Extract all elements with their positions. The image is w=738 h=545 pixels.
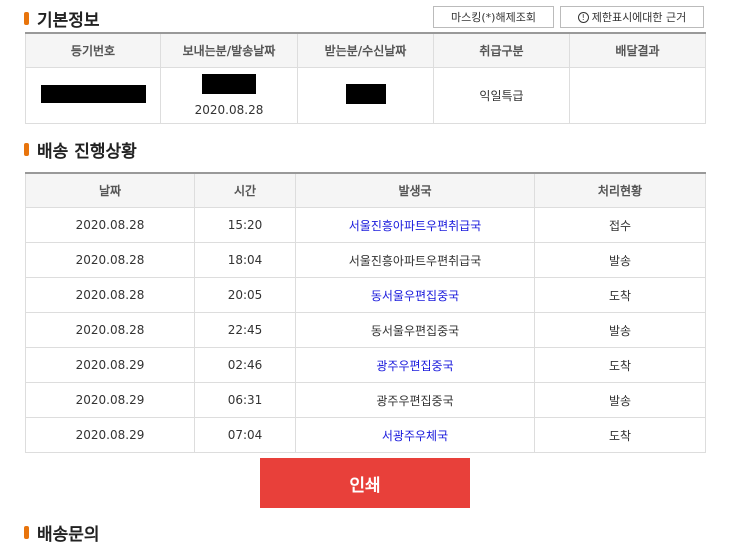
orange-bullet-icon	[24, 12, 29, 25]
basic-info-row: 2020.08.28 익일특급	[25, 67, 706, 124]
restriction-basis-label: 제한표시에대한 근거	[591, 11, 687, 24]
orange-bullet-icon	[24, 526, 29, 539]
row-date: 2020.08.28	[25, 242, 195, 278]
print-button[interactable]: 인쇄	[260, 458, 470, 508]
row-date: 2020.08.29	[25, 347, 195, 383]
row-time: 20:05	[194, 277, 296, 313]
row-status: 접수	[534, 207, 706, 243]
restriction-basis-button[interactable]: ! 제한표시에대한 근거	[560, 6, 704, 28]
basic-info-header-row: 등기번호 보내는분/발송날짜 받는분/수신날짜 취급구분 배달결과	[25, 32, 706, 68]
row-office-link[interactable]: 서울진흥아파트우편취급국	[295, 207, 535, 243]
row-date: 2020.08.28	[25, 277, 195, 313]
table-row: 2020.08.28 22:45 동서울우편집중국 발송	[25, 312, 706, 348]
redacted-block	[40, 85, 146, 103]
row-time: 18:04	[194, 242, 296, 278]
basic-info-title: 기본정보	[24, 6, 100, 31]
unmask-lookup-button[interactable]: 마스킹(*)해제조회	[433, 6, 554, 28]
info-circle-icon: !	[577, 11, 589, 23]
row-date: 2020.08.28	[25, 207, 195, 243]
header-date: 날짜	[25, 172, 195, 208]
row-office-link[interactable]: 동서울우편집중국	[295, 277, 535, 313]
tracking-title: 배송 진행상황	[24, 137, 137, 162]
table-row: 2020.08.28 20:05 동서울우편집중국 도착	[25, 277, 706, 313]
row-time: 22:45	[194, 312, 296, 348]
header-receiver-date: 받는분/수신날짜	[297, 32, 434, 68]
header-time: 시간	[194, 172, 296, 208]
table-row: 2020.08.29 02:46 광주우편집중국 도착	[25, 347, 706, 383]
delivery-inquiry-title: 배송문의	[24, 520, 100, 545]
tracking-header-row: 날짜 시간 발생국 처리현황	[25, 172, 706, 208]
basic-info-table: 등기번호 보내는분/발송날짜 받는분/수신날짜 취급구분 배달결과 2020.0…	[25, 32, 706, 124]
orange-bullet-icon	[24, 143, 29, 156]
tracking-title-text: 배송 진행상황	[37, 142, 137, 162]
table-row: 2020.08.29 07:04 서광주우체국 도착	[25, 417, 706, 453]
row-office-link[interactable]: 광주우편집중국	[295, 347, 535, 383]
registration-number-cell	[25, 67, 161, 124]
row-time: 07:04	[194, 417, 296, 453]
row-status: 발송	[534, 312, 706, 348]
row-date: 2020.08.29	[25, 417, 195, 453]
header-office: 발생국	[295, 172, 535, 208]
row-office: 서울진흥아파트우편취급국	[295, 242, 535, 278]
row-time: 02:46	[194, 347, 296, 383]
header-handling-type: 취급구분	[433, 32, 570, 68]
row-status: 도착	[534, 347, 706, 383]
delivery-inquiry-title-text: 배송문의	[37, 525, 100, 545]
row-office: 동서울우편집중국	[295, 312, 535, 348]
header-delivery-result: 배달결과	[569, 32, 706, 68]
handling-type-cell: 익일특급	[433, 67, 570, 124]
header-status: 처리현황	[534, 172, 706, 208]
table-row: 2020.08.28 15:20 서울진흥아파트우편취급국 접수	[25, 207, 706, 243]
row-status: 발송	[534, 382, 706, 418]
table-row: 2020.08.29 06:31 광주우편집중국 발송	[25, 382, 706, 418]
tracking-table: 날짜 시간 발생국 처리현황 2020.08.28 15:20 서울진흥아파트우…	[25, 172, 706, 453]
row-office-link[interactable]: 서광주우체국	[295, 417, 535, 453]
delivery-result-cell	[569, 67, 706, 124]
row-date: 2020.08.28	[25, 312, 195, 348]
row-office: 광주우편집중국	[295, 382, 535, 418]
header-registration-number: 등기번호	[25, 32, 161, 68]
row-time: 06:31	[194, 382, 296, 418]
redacted-block	[345, 84, 386, 104]
redacted-block	[202, 74, 256, 94]
row-status: 도착	[534, 277, 706, 313]
row-status: 발송	[534, 242, 706, 278]
basic-info-title-text: 기본정보	[37, 11, 100, 31]
row-date: 2020.08.29	[25, 382, 195, 418]
header-sender-date: 보내는분/발송날짜	[160, 32, 298, 68]
sender-date-cell: 2020.08.28	[160, 67, 298, 124]
table-row: 2020.08.28 18:04 서울진흥아파트우편취급국 발송	[25, 242, 706, 278]
receiver-date-cell	[297, 67, 434, 124]
row-time: 15:20	[194, 207, 296, 243]
send-date: 2020.08.28	[194, 103, 264, 117]
row-status: 도착	[534, 417, 706, 453]
